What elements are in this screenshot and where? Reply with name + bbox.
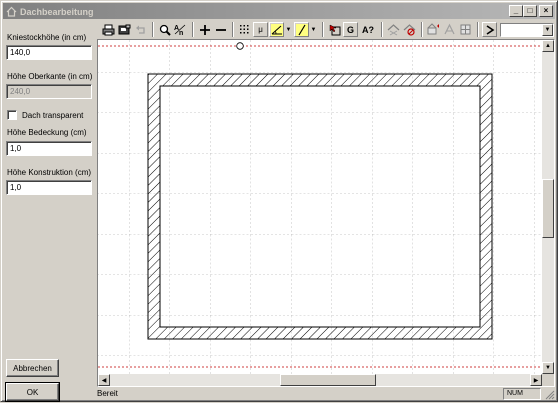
kniestock-label: Kniestockhöhe (in cm)	[7, 33, 87, 42]
oberkante-label: Höhe Oberkante (in cm)	[7, 72, 93, 81]
minus-icon[interactable]	[213, 22, 228, 37]
close-button[interactable]: ×	[539, 5, 553, 17]
window-title: Dachbearbeitung	[20, 6, 94, 17]
toolbar-separator	[421, 22, 423, 37]
konstruktion-label: Höhe Konstruktion (cm)	[7, 168, 92, 177]
horizontal-scrollbar[interactable]: ◀ ▶	[98, 374, 542, 386]
ridge-marker-icon	[236, 42, 244, 50]
plus-icon[interactable]	[197, 22, 212, 37]
scroll-up-icon[interactable]: ▲	[542, 40, 554, 52]
scroll-right-icon[interactable]: ▶	[530, 374, 542, 386]
scroll-left-icon[interactable]: ◀	[98, 374, 110, 386]
bedeckung-input[interactable]	[6, 141, 92, 156]
roof-b-icon[interactable]	[442, 22, 457, 37]
resize-grip-icon[interactable]	[545, 390, 555, 400]
roof-c-icon[interactable]	[458, 22, 473, 37]
roof-outline-walls	[147, 73, 493, 340]
text-g-label: G	[346, 24, 354, 35]
transparent-checkbox[interactable]	[7, 110, 17, 120]
text-query-icon[interactable]: A?	[359, 22, 377, 37]
roof-app-icon	[5, 5, 17, 17]
print-preview-icon[interactable]	[117, 22, 132, 37]
select-icon[interactable]	[327, 22, 342, 37]
grid-icon[interactable]	[237, 22, 252, 37]
toolbar-separator	[232, 22, 234, 37]
title-bar[interactable]: Dachbearbeitung _ □ ×	[3, 3, 555, 19]
arrow-right-icon[interactable]	[482, 22, 497, 37]
maximize-button[interactable]: □	[523, 5, 537, 17]
dropdown-arrow-icon[interactable]: ▼	[285, 22, 292, 37]
oberkante-input	[6, 84, 92, 99]
chevron-down-icon[interactable]: ▼	[542, 23, 553, 36]
vertical-scrollbar[interactable]: ▲ ▼	[542, 40, 554, 374]
zoom-range-icon[interactable]: An	[173, 22, 188, 37]
roof-delete-icon[interactable]	[402, 22, 417, 37]
horizontal-scroll-thumb[interactable]	[280, 374, 376, 386]
num-lock-indicator: NUM	[503, 388, 541, 400]
cancel-button[interactable]: Abbrechen	[6, 359, 59, 377]
ok-button[interactable]: OK	[5, 382, 60, 402]
konstruktion-input[interactable]	[6, 180, 92, 195]
toolbar-separator	[477, 22, 479, 37]
line-tool-icon[interactable]	[294, 22, 309, 37]
properties-panel: Kniestockhöhe (in cm) Höhe Oberkante (in…	[1, 21, 96, 403]
undo-icon[interactable]	[133, 22, 148, 37]
bedeckung-label: Höhe Bedeckung (cm)	[7, 128, 87, 137]
text-query-label: A?	[362, 24, 374, 35]
toolbar-separator	[192, 22, 194, 37]
toolbar-separator	[381, 22, 383, 37]
scroll-down-icon[interactable]: ▼	[542, 362, 554, 374]
toolbar-separator	[152, 22, 154, 37]
scroll-corner	[542, 374, 554, 386]
status-bar: Bereit NUM	[97, 388, 557, 401]
minimize-button[interactable]: _	[509, 5, 523, 17]
transparent-label: Dach transparent	[22, 110, 84, 120]
dropdown-arrow-icon[interactable]: ▼	[310, 22, 317, 37]
drawing-canvas[interactable]: ▲ ▼ ◀ ▶	[97, 39, 555, 387]
svg-text:n: n	[179, 30, 183, 36]
status-text: Bereit	[97, 389, 118, 398]
kniestock-input[interactable]	[6, 45, 92, 60]
snap-label: μ	[258, 25, 263, 34]
printer-icon[interactable]	[101, 22, 116, 37]
roof-plan-drawing[interactable]	[98, 40, 542, 374]
toolbar: An μ ▼ ▼ G A? ▼	[97, 20, 557, 39]
roof-a-icon[interactable]	[426, 22, 441, 37]
transparent-checkbox-row[interactable]: Dach transparent	[7, 110, 83, 120]
vertical-scroll-thumb[interactable]	[542, 179, 554, 238]
snap-icon[interactable]: μ	[253, 22, 268, 37]
roof-edit-icon[interactable]	[386, 22, 401, 37]
layer-combobox[interactable]: ▼	[500, 22, 554, 37]
angle-tool-icon[interactable]	[269, 22, 284, 37]
zoom-icon[interactable]	[157, 22, 172, 37]
text-g-icon[interactable]: G	[343, 22, 358, 37]
dialog-window: Dachbearbeitung _ □ × Kniestockhöhe (in …	[0, 0, 558, 402]
toolbar-separator	[322, 22, 324, 37]
